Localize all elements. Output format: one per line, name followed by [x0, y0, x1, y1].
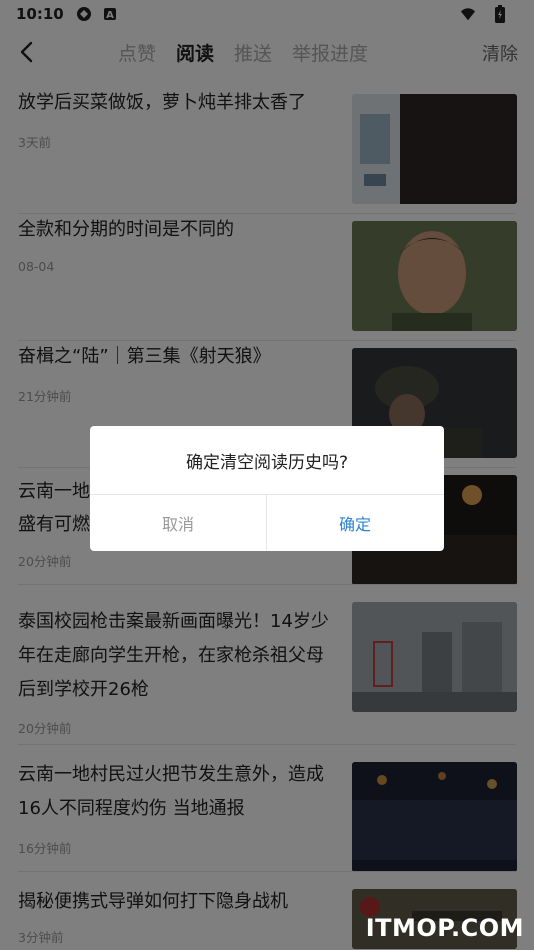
watermark: ITMOP.COM [365, 914, 524, 942]
dialog-message: 确定清空阅读历史吗? [185, 452, 349, 473]
confirm-button[interactable]: 确定 [267, 495, 443, 551]
cancel-button[interactable]: 取消 [90, 495, 266, 551]
confirm-dialog: 确定清空阅读历史吗? 取消 确定 [90, 426, 444, 551]
